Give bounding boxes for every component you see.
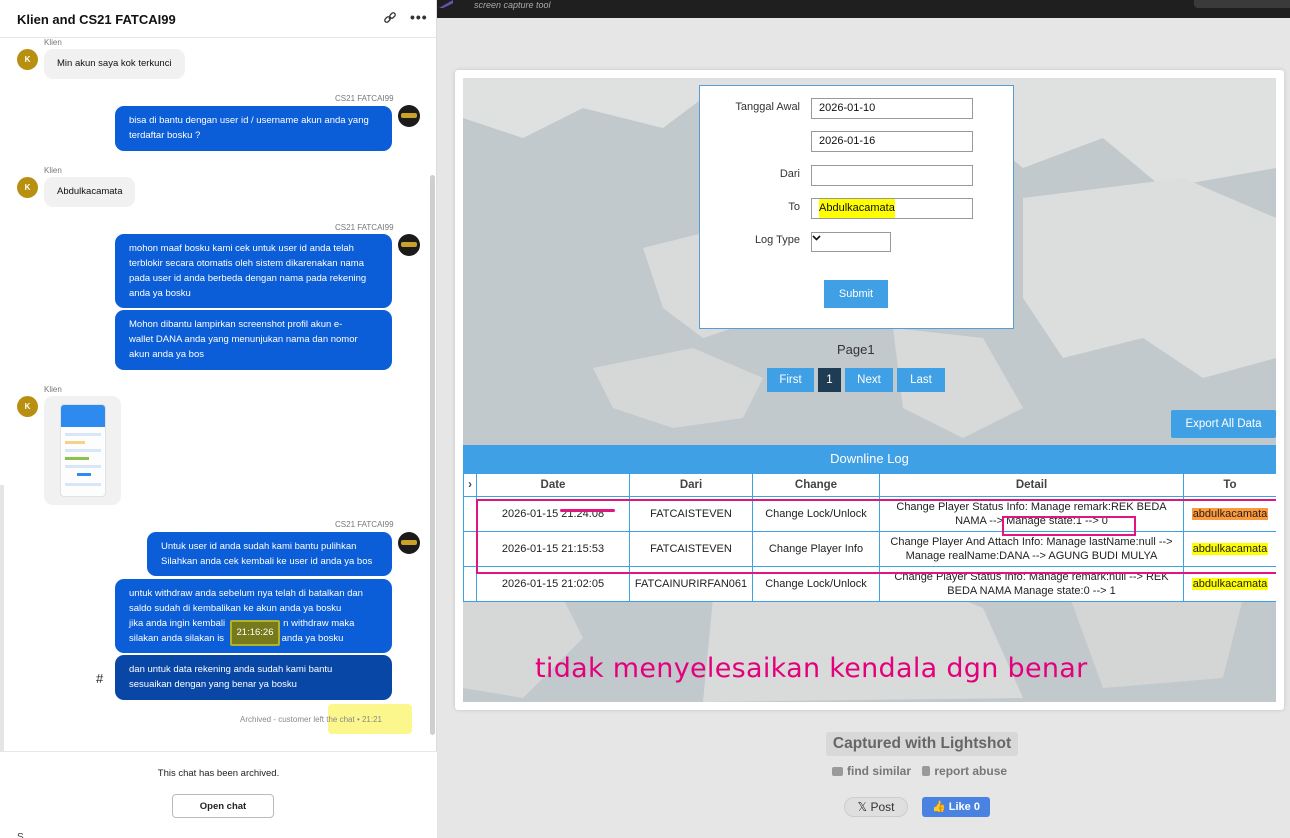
to-value: abdulkacamata bbox=[1191, 578, 1269, 590]
filter-form: Tanggal Awal 2026-01-10 2026-01-16 Dari … bbox=[699, 85, 1014, 329]
agent-avatar bbox=[398, 532, 420, 554]
to-input[interactable]: Abdulkacamata bbox=[811, 198, 973, 219]
tanggal-awal-label: Tanggal Awal bbox=[735, 101, 800, 113]
agent-avatar bbox=[398, 234, 420, 256]
pagination-current-page[interactable]: 1 bbox=[818, 368, 841, 392]
message-bubble: Untuk user id anda sudah kami bantu puli… bbox=[147, 532, 392, 576]
lightshot-page: screen capture tool Tanggal Awal 2026-01… bbox=[437, 0, 1290, 838]
screenshot-card: Tanggal Awal 2026-01-10 2026-01-16 Dari … bbox=[455, 70, 1284, 710]
image-actions: find similar report abuse bbox=[832, 764, 1015, 778]
message-line: Mohon dibantu lampirkan screenshot profi… bbox=[129, 319, 343, 330]
message-line: Untuk user id anda sudah kami bantu puli… bbox=[161, 541, 357, 552]
link-icon[interactable] bbox=[383, 11, 397, 25]
downline-log-title: Downline Log bbox=[463, 445, 1276, 473]
column-header-detail: Detail bbox=[879, 473, 1184, 497]
screenshot-image: Tanggal Awal 2026-01-10 2026-01-16 Dari … bbox=[463, 78, 1276, 702]
message-line: mohon maaf bosku kami cek untuk user id … bbox=[129, 243, 354, 254]
message-bubble: Abdulkacamata bbox=[44, 177, 136, 207]
chat-scrollbar[interactable] bbox=[430, 175, 435, 735]
column-header-date: Date bbox=[476, 473, 630, 497]
find-similar-link[interactable]: find similar bbox=[832, 764, 911, 778]
message-line: bisa di bantu dengan user id / username … bbox=[129, 115, 369, 126]
pagination-first-button[interactable]: First bbox=[767, 368, 814, 392]
archived-message: This chat has been archived. bbox=[157, 768, 280, 779]
message-bubble-hovered[interactable]: dan untuk data rekening anda sudah kami … bbox=[115, 655, 392, 700]
message-bubble: mohon maaf bosku kami cek untuk user id … bbox=[115, 234, 392, 308]
bottom-cutoff-text: S bbox=[17, 832, 24, 838]
x-post-button[interactable]: 𝕏 Post bbox=[844, 797, 908, 817]
top-bar-button[interactable] bbox=[1194, 0, 1290, 8]
client-avatar: K bbox=[17, 396, 38, 417]
annotation-text: tidak menyelesaikan kendala dgn benar bbox=[535, 653, 1088, 684]
log-type-label: Log Type bbox=[754, 234, 800, 246]
sender-label: CS21 FATCAI99 bbox=[335, 223, 394, 232]
sender-label: CS21 FATCAI99 bbox=[335, 520, 394, 529]
message-line: Min akun saya kok terkunci bbox=[57, 58, 172, 69]
sender-label: CS21 FATCAI99 bbox=[335, 94, 394, 103]
table-header-row: › Date Dari Change Detail To bbox=[463, 473, 1276, 497]
screenshot-thumbnail bbox=[60, 404, 106, 497]
sender-label: Klien bbox=[44, 38, 62, 47]
report-abuse-link[interactable]: report abuse bbox=[922, 764, 1007, 778]
message-line: saldo sudah di kembalikan ke akun anda y… bbox=[129, 603, 342, 614]
image-attachment[interactable] bbox=[44, 396, 121, 505]
captured-with-lightshot-label[interactable]: Captured with Lightshot bbox=[826, 732, 1018, 756]
message-bubble: Min akun saya kok terkunci bbox=[44, 49, 185, 79]
client-avatar: K bbox=[17, 177, 38, 198]
message-line: Abdulkacamata bbox=[57, 186, 123, 197]
message-line: akun anda ya bos bbox=[129, 349, 205, 360]
chat-header: Klien and CS21 FATCAI99 ••• bbox=[0, 0, 437, 38]
message-line: pada user id anda berbeda dengan nama pa… bbox=[129, 273, 367, 284]
start-date-input[interactable]: 2026-01-10 bbox=[811, 98, 973, 119]
dari-input[interactable] bbox=[811, 165, 973, 186]
to-label: To bbox=[788, 201, 800, 213]
agent-avatar bbox=[398, 105, 420, 127]
lightshot-logo-icon[interactable] bbox=[439, 0, 453, 8]
chat-title: Klien and CS21 FATCAI99 bbox=[17, 12, 176, 27]
sender-label: Klien bbox=[44, 385, 62, 394]
report-icon bbox=[922, 766, 931, 776]
export-all-data-button[interactable]: Export All Data bbox=[1171, 410, 1276, 438]
camera-icon bbox=[832, 767, 843, 776]
pink-underline-annotation bbox=[560, 509, 615, 512]
timestamp-tooltip: 21:16:26 bbox=[230, 620, 280, 646]
pink-rectangle-annotation-small bbox=[1002, 516, 1136, 536]
message-line: terblokir secara otomatis oleh sistem di… bbox=[129, 258, 364, 269]
pagination-last-button[interactable]: Last bbox=[897, 368, 945, 392]
message-line: dan untuk data rekening anda sudah kami … bbox=[129, 664, 333, 675]
client-avatar: K bbox=[17, 49, 38, 70]
page-label: Page1 bbox=[837, 342, 875, 357]
brand-subtitle: screen capture tool bbox=[474, 0, 551, 10]
column-header-cut: › bbox=[463, 473, 477, 497]
log-type-select[interactable] bbox=[811, 232, 891, 252]
left-edge-strip bbox=[0, 485, 4, 765]
message-line: wallet DANA anda yang menunjukan nama da… bbox=[129, 334, 358, 345]
facebook-like-button[interactable]: 👍 Like 0 bbox=[922, 797, 990, 817]
chat-footer: This chat has been archived. Open chat S bbox=[0, 751, 437, 838]
message-bubble: bisa di bantu dengan user id / username … bbox=[115, 106, 392, 151]
column-header-change: Change bbox=[752, 473, 880, 497]
message-line: Silahkan anda cek kembali ke user id and… bbox=[161, 556, 373, 567]
message-line: terdaftar bosku ? bbox=[129, 130, 201, 141]
end-date-input[interactable]: 2026-01-16 bbox=[811, 131, 973, 152]
pagination-next-button[interactable]: Next bbox=[845, 368, 893, 392]
column-header-to: To bbox=[1183, 473, 1276, 497]
message-line: untuk withdraw anda sebelum nya telah di… bbox=[129, 588, 363, 599]
dari-label: Dari bbox=[779, 168, 800, 180]
sender-label: Klien bbox=[44, 166, 62, 175]
more-options-icon[interactable]: ••• bbox=[410, 9, 428, 25]
hash-icon: # bbox=[96, 671, 104, 686]
lightshot-top-bar: screen capture tool bbox=[437, 0, 1290, 18]
chevron-down-icon bbox=[812, 235, 821, 241]
open-chat-button[interactable]: Open chat bbox=[172, 794, 274, 818]
column-header-dari: Dari bbox=[629, 473, 753, 497]
to-input-value: Abdulkacamata bbox=[819, 199, 895, 218]
chat-panel: Klien and CS21 FATCAI99 ••• Klien K Min … bbox=[0, 0, 437, 838]
message-line: anda ya bosku bbox=[129, 288, 191, 299]
submit-button[interactable]: Submit bbox=[824, 280, 888, 308]
message-bubble: Mohon dibantu lampirkan screenshot profi… bbox=[115, 310, 392, 370]
message-line: sesuaikan dengan yang benar ya bosku bbox=[129, 679, 297, 690]
archived-status-note: Archived - customer left the chat • 21:2… bbox=[240, 715, 382, 724]
